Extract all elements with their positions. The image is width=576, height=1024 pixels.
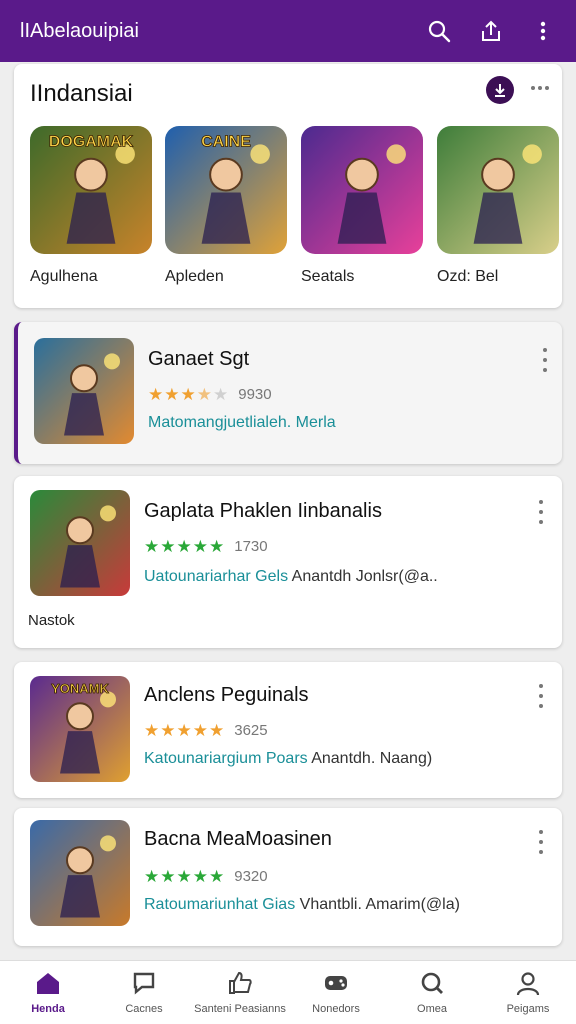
star-icon: ★ (164, 385, 180, 404)
rating: ★ ★ ★ ★ ★ 1730 (144, 538, 268, 555)
star-icon: ★ (176, 721, 192, 740)
star-rating-icon: ★ ★ ★ ★ ★ (144, 722, 224, 739)
app-list-row[interactable]: Bacna MeaMoasinen ★ ★ ★ ★ ★ 9320 Ratoumariun… (14, 808, 562, 946)
star-icon: ★ (176, 867, 192, 886)
search-icon (417, 969, 447, 997)
star-icon: ★ (192, 537, 208, 556)
rating-count: 9930 (238, 386, 272, 403)
more-vert-icon[interactable] (530, 18, 556, 44)
download-icon[interactable] (486, 76, 514, 104)
star-icon: ★ (148, 385, 164, 404)
svg-text:YONAMK: YONAMK (51, 681, 109, 696)
search-icon[interactable] (426, 18, 452, 44)
app-bar: lIAbelaouipiai (0, 0, 576, 62)
home-icon (33, 969, 63, 997)
rating-count: 3625 (234, 722, 268, 739)
star-icon: ★ (209, 721, 225, 740)
star-icon: ★ (180, 385, 196, 404)
app-list-row[interactable]: Gaplata Phaklen Iinbanalis ★ ★ ★ ★ ★ 1730 Ua… (14, 476, 562, 648)
game-art-image: DOGAMAK (30, 126, 152, 254)
star-icon: ★ (209, 537, 225, 556)
app-title: lIAbelaouipiai (20, 19, 139, 42)
nav-profile[interactable]: Peigams (480, 961, 576, 1024)
more-vert-icon[interactable] (536, 684, 546, 708)
nav-chat[interactable]: Cacnes (96, 961, 192, 1024)
gamepad-icon (321, 969, 351, 997)
featured-card: IIndansiai DOGAMAK Agulhena CAINE Aplede… (14, 64, 562, 308)
nav-games[interactable]: Nonedors (288, 961, 384, 1024)
app-description: Matomangjuetlialeh. Merla (148, 414, 336, 431)
rating-count: 1730 (234, 538, 268, 555)
featured-item[interactable]: Ozd: Bel (437, 126, 559, 286)
star-rating-icon: ★ ★ ★ ★ ★ (144, 538, 224, 555)
more-vert-icon[interactable] (536, 830, 546, 854)
game-art-image (301, 126, 423, 254)
game-art-image (34, 338, 134, 444)
star-icon: ★ (144, 537, 160, 556)
nav-search[interactable]: Omea (384, 961, 480, 1024)
star-icon: ★ (160, 537, 176, 556)
rating: ★ ★ ★ ★ ★ 9930 (148, 386, 272, 403)
star-icon: ★ (176, 537, 192, 556)
rating-count: 9320 (234, 868, 268, 885)
game-art-image (30, 820, 130, 926)
app-description: Katounariargium Poars Anantdh. Naang) (144, 750, 433, 767)
chat-icon (129, 969, 159, 997)
nav-thumb[interactable]: Santeni Peasianns (192, 961, 288, 1024)
svg-text:DOGAMAK: DOGAMAK (49, 133, 134, 150)
featured-item[interactable]: DOGAMAK Agulhena (30, 126, 152, 286)
more-vert-icon[interactable] (536, 500, 546, 524)
more-vert-icon[interactable] (540, 348, 550, 372)
star-icon: ★ (192, 867, 208, 886)
game-art-image (30, 490, 130, 596)
rating: ★ ★ ★ ★ ★ 3625 (144, 722, 268, 739)
app-title: Ganaet Sgt (148, 348, 250, 370)
rating: ★ ★ ★ ★ ★ 9320 (144, 868, 268, 885)
featured-item-label: Apleden (165, 268, 224, 285)
app-title: Bacna MeaMoasinen (144, 828, 332, 850)
game-art-image: CAINE (165, 126, 287, 254)
app-description: Uatounariarhar Gels Anantdh Jonlsr(@a.. (144, 568, 438, 585)
star-rating-icon: ★ ★ ★ ★ ★ (148, 386, 228, 403)
share-icon[interactable] (478, 18, 504, 44)
featured-item-label: Agulhena (30, 268, 98, 285)
game-art-image: YONAMK (30, 676, 130, 782)
app-list-row[interactable]: Ganaet Sgt ★ ★ ★ ★ ★ 9930 Matomangjuetlialeh… (14, 322, 562, 464)
featured-item[interactable]: Seatals (301, 126, 423, 286)
star-icon: ★ (196, 385, 212, 404)
featured-item-label: Seatals (301, 268, 355, 285)
star-rating-icon: ★ ★ ★ ★ ★ (144, 868, 224, 885)
bottom-navigation: Henda Cacnes Santeni Peasianns Nonedors … (0, 960, 576, 1024)
app-title: Gaplata Phaklen Iinbanalis (144, 500, 382, 522)
star-icon: ★ (160, 867, 176, 886)
star-icon: ★ (160, 721, 176, 740)
app-title: Anclens Peguinals (144, 684, 309, 706)
game-art-image (437, 126, 559, 254)
section-title: IIndansiai (30, 80, 133, 107)
star-icon: ★ (144, 867, 160, 886)
star-icon: ★ (209, 867, 225, 886)
featured-item-label: Ozd: Bel (437, 268, 499, 285)
featured-item[interactable]: CAINE Apleden (165, 126, 287, 286)
thumb-icon (225, 969, 255, 997)
person-icon (513, 969, 543, 997)
star-icon: ★ (144, 721, 160, 740)
app-description: Ratoumariunhat Gias Vhantbli. Amarim(@la… (144, 896, 460, 913)
tag-label: Nastok (28, 612, 75, 629)
star-icon: ★ (213, 385, 229, 404)
app-list-row[interactable]: YONAMK Anclens Peguinals ★ ★ ★ ★ ★ 3625 Kato… (14, 662, 562, 798)
svg-text:CAINE: CAINE (201, 133, 251, 150)
nav-home[interactable]: Henda (0, 961, 96, 1024)
star-icon: ★ (192, 721, 208, 740)
more-horiz-icon[interactable] (526, 78, 554, 98)
